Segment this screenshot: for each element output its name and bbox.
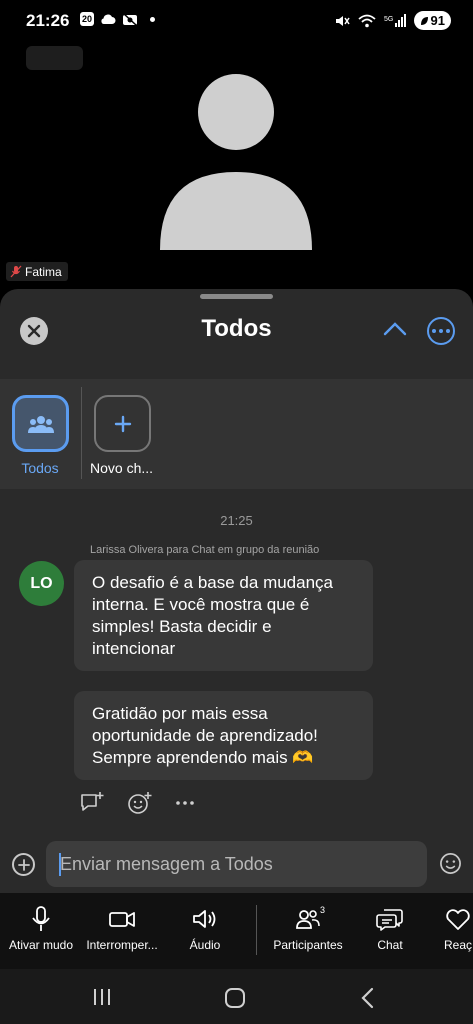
add-reaction-icon[interactable] xyxy=(127,791,153,815)
svg-text:5G: 5G xyxy=(384,16,393,23)
chat-icon xyxy=(376,909,403,931)
meeting-toolbar: Ativar mudo Interromper... Áudio 3 Parti… xyxy=(0,893,473,969)
reactions-icon xyxy=(446,909,470,930)
back-icon[interactable] xyxy=(359,987,375,1009)
microphone-icon xyxy=(32,906,50,931)
mic-muted-icon xyxy=(10,265,22,278)
message-input[interactable] xyxy=(46,841,427,887)
new-chat-button[interactable] xyxy=(94,395,151,452)
more-dot-icon xyxy=(446,329,450,333)
chevron-up-icon[interactable] xyxy=(383,321,407,337)
video-camera-icon xyxy=(109,912,135,927)
mute-button[interactable]: Ativar mudo xyxy=(6,893,76,969)
reactions-button[interactable]: Reaç xyxy=(444,893,473,969)
plus-icon xyxy=(17,858,30,871)
battery-level: 91 xyxy=(430,13,445,28)
status-bar: 21:26 20 5G 91 xyxy=(0,0,473,44)
tool-label-participants: Participantes xyxy=(273,938,343,952)
compose-row xyxy=(0,841,473,893)
recent-apps-icon[interactable] xyxy=(92,988,112,1006)
mute-icon xyxy=(335,15,350,26)
plus-icon xyxy=(114,415,131,432)
group-icon xyxy=(27,415,54,433)
participants-button[interactable]: 3 Participantes xyxy=(268,893,348,969)
stop-video-button[interactable]: Interromper... xyxy=(84,893,160,969)
emoji-icon[interactable] xyxy=(439,852,462,875)
notification-badge-icon: 20 xyxy=(80,12,94,26)
participants-count: 3 xyxy=(320,905,326,915)
tool-label-mute: Ativar mudo xyxy=(8,938,74,952)
chat-button[interactable]: Chat xyxy=(362,893,418,969)
reply-icon[interactable] xyxy=(79,791,105,815)
speaker-name: Fatima xyxy=(25,264,62,279)
home-icon[interactable] xyxy=(224,987,246,1009)
more-horizontal-icon[interactable] xyxy=(175,800,195,806)
chat-panel: Todos Todos Novo ch... 21:25 Larissa Oli… xyxy=(0,289,473,893)
participants-icon xyxy=(296,910,320,929)
system-nav-bar xyxy=(0,969,473,1024)
battery-indicator: 91 xyxy=(413,11,451,30)
signal-5g-icon: 5G xyxy=(384,13,406,27)
cloud-icon xyxy=(101,14,116,24)
status-right-icons: 5G 91 xyxy=(334,11,451,30)
participant-avatar-placeholder-icon xyxy=(160,74,312,250)
message-actions xyxy=(79,791,195,815)
text-caret xyxy=(59,853,61,876)
chip-todos[interactable] xyxy=(12,395,69,452)
chip-label-todos[interactable]: Todos xyxy=(10,460,70,476)
message-bubble[interactable]: O desafio é a base da mudança interna. E… xyxy=(74,560,373,671)
tool-label-audio: Áudio xyxy=(189,938,221,952)
chat-chips-row: Todos Novo ch... xyxy=(0,379,473,489)
more-options-button[interactable] xyxy=(427,317,455,345)
tool-label-video: Interromper... xyxy=(86,938,158,952)
avatar[interactable]: LO xyxy=(19,561,64,606)
more-dot-icon xyxy=(432,329,436,333)
attach-button[interactable] xyxy=(12,853,35,876)
camera-off-icon xyxy=(123,12,137,26)
chips-divider xyxy=(81,387,82,479)
message-bubble[interactable]: Gratidão por mais essa oportunidade de a… xyxy=(74,691,373,780)
status-left-icons: 20 xyxy=(80,12,155,26)
wifi-icon xyxy=(357,14,376,27)
message-timestamp: 21:25 xyxy=(220,513,253,528)
tool-label-chat: Chat xyxy=(377,938,403,952)
toolbar-divider xyxy=(256,905,257,955)
chip-label-new-chat[interactable]: Novo ch... xyxy=(90,460,153,476)
status-time: 21:26 xyxy=(26,11,70,30)
notification-dot-icon xyxy=(150,16,155,22)
tool-label-reactions: Reaç xyxy=(444,938,473,952)
speaker-icon xyxy=(193,910,216,928)
video-name-pill xyxy=(26,46,83,70)
drag-handle[interactable] xyxy=(200,294,273,299)
battery-leaf-icon xyxy=(420,16,428,25)
audio-button[interactable]: Áudio xyxy=(177,893,233,969)
sender-line: Larissa Olivera para Chat em grupo da re… xyxy=(90,544,320,556)
more-dot-icon xyxy=(439,329,443,333)
speaker-name-tag: Fatima xyxy=(6,262,68,281)
